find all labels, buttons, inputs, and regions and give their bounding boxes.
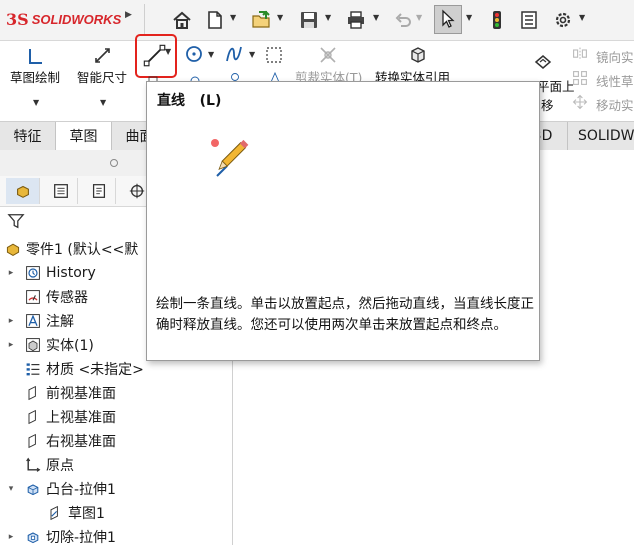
solidworks-logo[interactable]: 3S SOLIDWORKS [6, 8, 121, 30]
offset-on-surface-label-2[interactable]: 移 [541, 95, 554, 114]
logo-text: SOLIDWORKS [31, 11, 122, 27]
rebuild-traffic-light-icon[interactable] [485, 8, 509, 32]
tree-item-label: 材质 <未指定> [46, 362, 144, 378]
tooltip-description: 绘制一条直线。单击以放置起点，然后拖动直线，当直线长度正确时释放直线。您还可以使… [156, 296, 534, 333]
feature-manager-tab-icon[interactable] [6, 178, 40, 204]
menu-arrow-icon[interactable]: ▶ [125, 10, 132, 20]
circle-dropdown-icon[interactable]: ▼ [208, 50, 214, 59]
spline-icon[interactable] [224, 44, 244, 68]
plane-icon [24, 384, 42, 402]
mirror-entities-button[interactable]: 镜向实 [596, 47, 634, 66]
plane-icon [24, 432, 42, 450]
tab-solidworks-addins[interactable]: SOLIDW [568, 122, 634, 150]
move-entities-button[interactable]: 移动实 [596, 95, 634, 114]
print-icon[interactable] [344, 8, 368, 32]
line-tool-tooltip: 直线 (L) 绘制一条直线。单击以放置起点，然后拖动直线，当直线长度正确时释放直… [146, 81, 540, 361]
tab-sketch[interactable]: 草图 [56, 122, 112, 150]
new-dropdown-icon[interactable]: ▼ [230, 13, 236, 22]
tree-item-label: 原点 [46, 458, 74, 474]
collapse-arrow-icon[interactable]: ▾ [6, 484, 16, 494]
tree-root-label: 零件1 (默认<<默 [26, 242, 139, 258]
smart-dimension-dropdown-icon[interactable]: ▼ [100, 98, 106, 107]
tree-item-label: 注解 [46, 314, 74, 330]
save-dropdown-icon[interactable]: ▼ [325, 13, 331, 22]
mirror-entities-icon [572, 46, 588, 66]
options-gear-icon[interactable] [551, 8, 575, 32]
extrude-icon [24, 480, 42, 498]
save-icon[interactable] [297, 8, 321, 32]
tree-item-sketch1[interactable]: 草图1 [0, 501, 232, 525]
home-icon[interactable] [170, 8, 194, 32]
convert-entities-icon [408, 45, 428, 69]
file-properties-icon[interactable] [517, 8, 541, 32]
tooltip-title: 直线 (L) [157, 93, 222, 109]
pencil-line-icon [205, 134, 255, 188]
smart-dimension-button[interactable]: 智能尺寸 [77, 67, 127, 86]
undo-icon[interactable] [391, 8, 415, 32]
origin-icon [24, 456, 42, 474]
open-dropdown-icon[interactable]: ▼ [277, 13, 283, 22]
offset-on-surface-icon [533, 52, 553, 76]
select-dropdown-icon[interactable]: ▼ [466, 13, 472, 22]
expand-arrow-icon[interactable]: ▸ [6, 532, 16, 542]
undo-dropdown-icon[interactable]: ▼ [416, 13, 422, 22]
tree-item-cut-extrude[interactable]: ▸ 切除-拉伸1 [0, 525, 232, 549]
solid-body-icon [24, 336, 42, 354]
annotation-icon [24, 312, 42, 330]
construction-geometry-icon[interactable] [264, 45, 284, 69]
tree-item-top-plane[interactable]: 上视基准面 [0, 405, 232, 429]
history-icon [24, 264, 42, 282]
material-icon [24, 360, 42, 378]
linear-pattern-icon [572, 70, 588, 90]
sketch-icon [46, 504, 64, 522]
tree-item-label: 右视基准面 [46, 434, 116, 450]
plane-icon [24, 408, 42, 426]
circle-icon[interactable] [184, 44, 204, 68]
expand-arrow-icon[interactable]: ▸ [6, 340, 16, 350]
tree-item-label: 凸台-拉伸1 [46, 482, 116, 498]
configuration-manager-tab-icon[interactable] [82, 178, 116, 204]
tree-item-label: 切除-拉伸1 [46, 530, 116, 546]
divider [144, 4, 145, 36]
expand-arrow-icon[interactable]: ▸ [6, 316, 16, 326]
offset-on-surface-label-1[interactable]: 平面上 [537, 76, 575, 95]
tree-item-label: 上视基准面 [46, 410, 116, 426]
filter-icon[interactable] [7, 212, 25, 234]
open-file-icon[interactable] [249, 8, 273, 32]
sketch-button[interactable]: 草图绘制 [10, 67, 60, 86]
linear-pattern-button[interactable]: 线性草 [596, 71, 634, 90]
ds-logo-mark: 3S [6, 9, 29, 29]
sketch-dropdown-icon[interactable]: ▼ [33, 98, 39, 107]
tree-item-origin[interactable]: 原点 [0, 453, 232, 477]
expand-arrow-icon[interactable]: ▸ [6, 268, 16, 278]
print-dropdown-icon[interactable]: ▼ [373, 13, 379, 22]
options-dropdown-icon[interactable]: ▼ [579, 13, 585, 22]
cursor-arrow-icon [442, 9, 455, 28]
tree-item-front-plane[interactable]: 前视基准面 [0, 381, 232, 405]
handle-dot-icon [110, 159, 118, 167]
trim-icon [318, 45, 338, 69]
tree-item-boss-extrude[interactable]: ▾ 凸台-拉伸1 [0, 477, 232, 501]
line-dropdown-icon[interactable]: ▼ [165, 47, 171, 56]
select-button[interactable] [434, 5, 462, 34]
move-entities-icon [572, 94, 588, 114]
sensor-icon [24, 288, 42, 306]
tree-item-label: 实体(1) [46, 338, 94, 354]
new-document-icon[interactable] [203, 8, 227, 32]
tab-features[interactable]: 特征 [0, 122, 56, 150]
tree-item-label: 草图1 [68, 506, 105, 522]
part-icon [4, 240, 22, 258]
tree-item-label: History [46, 265, 96, 281]
property-manager-tab-icon[interactable] [44, 178, 78, 204]
tree-item-label: 传感器 [46, 290, 88, 306]
tree-item-label: 前视基准面 [46, 386, 116, 402]
tree-item-right-plane[interactable]: 右视基准面 [0, 429, 232, 453]
cut-extrude-icon [24, 528, 42, 546]
spline-dropdown-icon[interactable]: ▼ [249, 50, 255, 59]
